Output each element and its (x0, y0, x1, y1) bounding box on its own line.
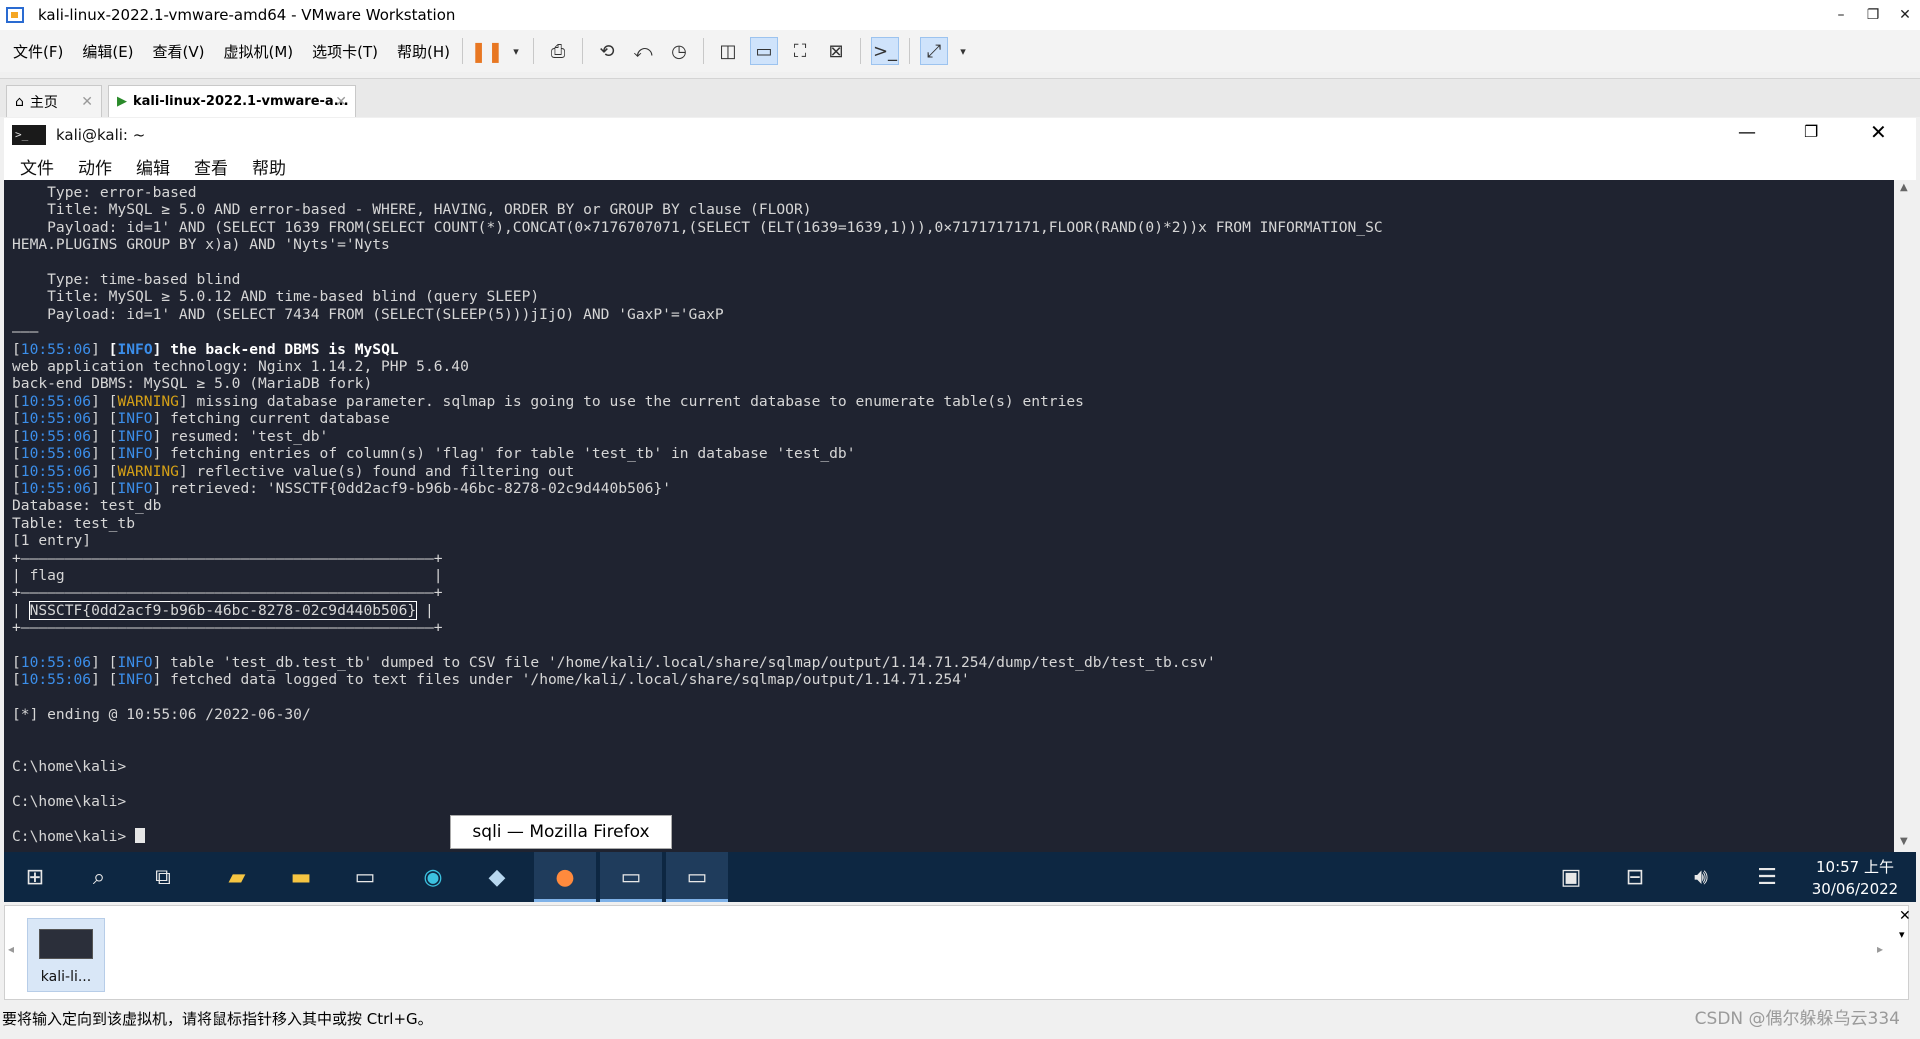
terminal-close-button[interactable]: ✕ (1870, 120, 1887, 144)
close-button[interactable]: ✕ (1888, 0, 1920, 30)
status-bar: 要将输入定向到该虚拟机，请将鼠标指针移入其中或按 Ctrl+G。 CSDN @偶… (0, 1006, 1920, 1039)
terminal-text: Type: error-based Title: MySQL ≥ 5.0 AND… (12, 184, 1383, 846)
vmware-logo-icon (6, 7, 24, 23)
scroll-down-icon[interactable]: ▼ (1900, 836, 1908, 847)
terminal-maximize-button[interactable]: ❐ (1804, 122, 1818, 141)
unity-icon[interactable]: ⊠ (822, 37, 850, 65)
snapshot-icon[interactable]: ⟲ (593, 37, 621, 65)
terminal-output[interactable]: Type: error-based Title: MySQL ≥ 5.0 AND… (4, 180, 1894, 852)
watermark: CSDN @偶尔躲躲乌云334 (1694, 1009, 1900, 1029)
tab-home-label: 主页 (29, 94, 58, 111)
minimize-button[interactable]: – (1824, 0, 1858, 30)
terminal-menu-action[interactable]: 动作 (78, 154, 112, 179)
close-icon[interactable]: ✕ (81, 94, 93, 110)
menu-vm[interactable]: 虚拟机(M) (224, 41, 294, 62)
vm-thumbnail-label: kali-li... (40, 969, 92, 985)
close-icon[interactable]: ✕ (335, 94, 347, 110)
menu-view[interactable]: 查看(V) (153, 41, 205, 62)
tab-bar: ⌂ 主页 ✕ ▶ kali-linux-2022.1-vmware-a... ✕ (0, 78, 1920, 117)
file-explorer-icon[interactable]: ▰ (206, 852, 268, 902)
vmware-title-bar: kali-linux-2022.1-vmware-amd64 - VMware … (0, 0, 1920, 30)
vm-running-icon: ▶ (117, 94, 127, 109)
folder-icon[interactable]: ▬ (270, 852, 332, 902)
clock-time: 10:57 上午 (1816, 858, 1894, 876)
sidebar-icon[interactable]: ◫ (714, 37, 742, 65)
terminal-icon: >_ (12, 125, 46, 145)
status-text: 要将输入定向到该虚拟机，请将鼠标指针移入其中或按 Ctrl+G。 (2, 1010, 433, 1028)
toolbar-separator (462, 38, 464, 64)
edge-icon[interactable]: ◉ (402, 852, 464, 902)
send-keys-icon[interactable]: ⎙ (544, 37, 572, 65)
terminal-title: kali@kali: ~ (56, 126, 146, 144)
menu-file[interactable]: 文件(F) (13, 41, 63, 62)
scroll-right-icon[interactable]: ▸ (1877, 942, 1883, 956)
scroll-left-icon[interactable]: ◂ (8, 942, 14, 956)
terminal-menu-edit[interactable]: 编辑 (136, 154, 170, 179)
clipboard-icon[interactable]: ▣ (1540, 852, 1602, 902)
taskbar-tooltip: sqli — Mozilla Firefox (450, 815, 672, 849)
terminal-title-bar: >_ kali@kali: ~ — ❐ ✕ (4, 118, 1916, 152)
home-icon: ⌂ (15, 93, 24, 110)
terminal-icon[interactable]: ▭ (334, 852, 396, 902)
windows-start-icon[interactable]: ⊞ (4, 852, 66, 902)
clock-date: 30/06/2022 (1811, 880, 1899, 898)
menu-edit[interactable]: 编辑(E) (82, 41, 133, 62)
network-icon[interactable]: ⊟ (1604, 852, 1666, 902)
terminal-scrollbar[interactable]: ▲ ▼ (1894, 180, 1916, 852)
terminal-menu-help[interactable]: 帮助 (252, 154, 286, 179)
console-view-icon[interactable]: ▭ (750, 37, 779, 65)
search-icon[interactable]: ⌕ (68, 852, 130, 902)
terminal-menu-bar: 文件 动作 编辑 查看 帮助 (4, 152, 1916, 180)
toolbar-separator (909, 38, 911, 64)
toolbar-separator (582, 38, 584, 64)
toolbar-separator (533, 38, 535, 64)
restore-button[interactable]: ❐ (1856, 0, 1890, 30)
terminal-icon[interactable]: ▭ (600, 852, 662, 902)
console-icon[interactable]: >_ (871, 37, 900, 65)
pause-icon[interactable]: ❚❚ (470, 37, 504, 65)
snapshot-manager-icon[interactable]: ◷ (665, 37, 693, 65)
thumbnail-close-icon[interactable]: ✕ (1899, 908, 1911, 924)
terminal-icon[interactable]: ▭ (666, 852, 728, 902)
chevron-down-icon[interactable]: ▾ (509, 37, 523, 65)
menu-toolbar: 文件(F) 编辑(E) 查看(V) 虚拟机(M) 选项卡(T) 帮助(H) ❚❚… (0, 30, 1920, 72)
task-view-icon[interactable]: ⧉ (132, 852, 194, 902)
terminal-menu-file[interactable]: 文件 (20, 154, 54, 179)
toolbar-separator (703, 38, 705, 64)
firefox-icon[interactable]: ● (534, 852, 596, 902)
toolbar-separator (860, 38, 862, 64)
terminal-minimize-button[interactable]: — (1738, 122, 1756, 143)
terminal-menu-view[interactable]: 查看 (194, 154, 228, 179)
revert-snapshot-icon[interactable]: ⤺ (629, 37, 657, 65)
taskbar-clock[interactable]: 10:57 上午 30/06/2022 (1790, 856, 1920, 900)
fullscreen-icon[interactable]: ⛶ (786, 37, 814, 65)
chevron-down-icon[interactable]: ▾ (956, 37, 970, 65)
vm-thumbnail[interactable]: kali-li... (27, 918, 105, 992)
stretch-icon[interactable]: ⤢ (920, 37, 949, 65)
window-title: kali-linux-2022.1-vmware-amd64 - VMware … (38, 6, 456, 24)
scroll-up-icon[interactable]: ▲ (1900, 182, 1908, 193)
menu-help[interactable]: 帮助(H) (397, 41, 450, 62)
guest-taskbar: ⊞ ⌕ ⧉ ▰ ▬ ▭ ◉ ◆ ● ▭ ▭ ▣ ⊟ 🔊︎ ☰ (4, 852, 1916, 902)
chevron-down-icon[interactable]: ▾ (1899, 928, 1905, 941)
tab-kali-label: kali-linux-2022.1-vmware-a... (133, 94, 349, 109)
terminal-cursor (135, 828, 146, 844)
vm-thumbnail-bar: ◂ ▸ ✕ ▾ (4, 905, 1911, 1000)
notification-icon[interactable]: ☰ (1736, 852, 1798, 902)
notes-icon[interactable]: ◆ (466, 852, 528, 902)
tab-home[interactable]: ⌂ 主页 ✕ (6, 85, 102, 117)
volume-icon[interactable]: 🔊︎ (1670, 852, 1732, 902)
tab-kali-vm[interactable]: ▶ kali-linux-2022.1-vmware-a... ✕ (108, 85, 356, 117)
vm-thumbnail-image (39, 929, 93, 959)
menu-tabs[interactable]: 选项卡(T) (312, 41, 378, 62)
